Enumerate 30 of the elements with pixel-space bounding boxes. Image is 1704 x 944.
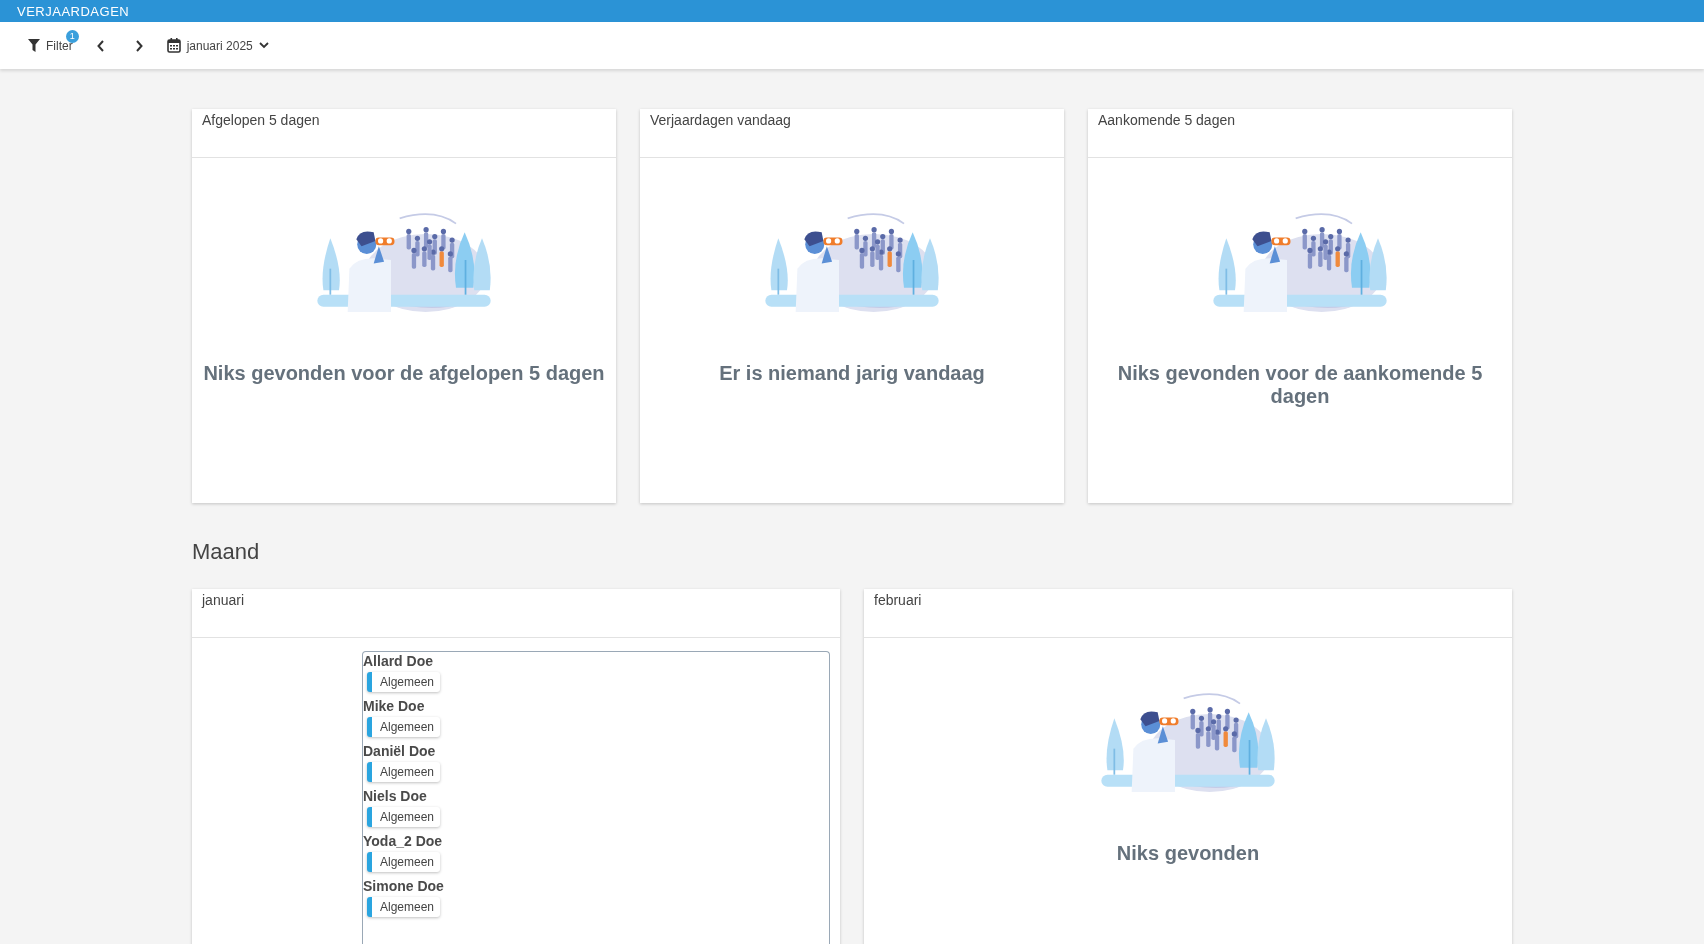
group-tag: Algemeen	[367, 762, 441, 782]
period-dropdown[interactable]: januari 2025	[160, 34, 275, 57]
person-name: Yoda_2 Doe	[363, 833, 443, 849]
filter-count-badge: 1	[65, 29, 79, 43]
person-name: Allard Doe	[363, 653, 433, 669]
card-title: Aankomende 5 dagen	[1098, 112, 1235, 128]
chevron-right-icon	[134, 39, 143, 52]
calendar-icon	[166, 38, 181, 53]
empty-message: Niks gevonden	[1116, 842, 1260, 865]
card-title: Afgelopen 5 dagen	[202, 112, 320, 128]
app-title: VERJAARDAGEN	[17, 3, 130, 19]
group-tag: Algemeen	[367, 897, 441, 917]
group-tag: Algemeen	[367, 852, 441, 872]
empty-message: Niks gevonden voor de afgelopen 5 dagen	[203, 362, 605, 385]
person-name: Simone Doe	[363, 878, 444, 894]
empty-message: Niks gevonden voor de aankomende 5 dagen	[1116, 362, 1484, 408]
card-title: januari	[202, 592, 245, 608]
person-name: Daniël Doe	[363, 743, 436, 759]
group-tag: Algemeen	[367, 807, 441, 827]
chevron-down-icon	[258, 42, 269, 49]
person-name: Mike Doe	[363, 698, 425, 714]
group-tag: Algemeen	[367, 672, 441, 692]
chevron-left-icon	[96, 39, 105, 52]
card-title: februari	[874, 592, 922, 608]
group-tag: Algemeen	[367, 717, 441, 737]
filter-icon	[28, 39, 40, 52]
person-name: Niels Doe	[363, 788, 427, 804]
section-heading: Maand	[192, 539, 261, 565]
card-title: Verjaardagen vandaag	[650, 112, 791, 128]
empty-message: Er is niemand jarig vandaag	[719, 362, 985, 385]
